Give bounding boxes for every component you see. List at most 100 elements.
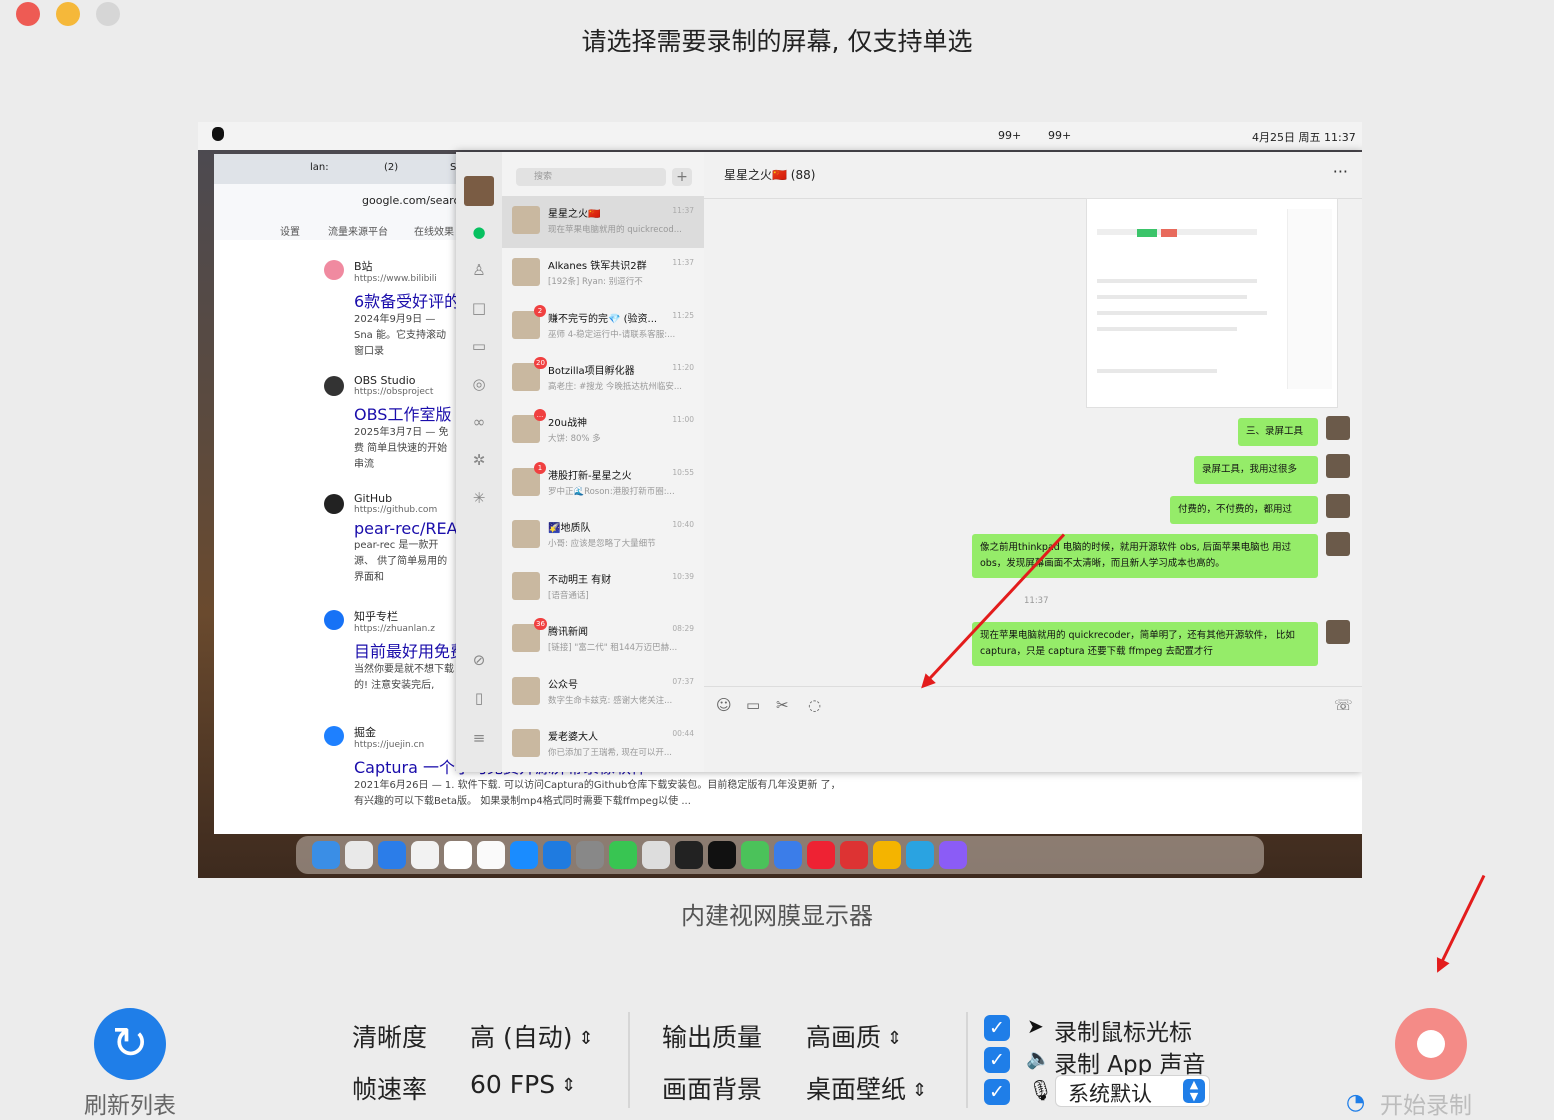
- avatar: [1326, 532, 1350, 556]
- search-result: GitHub https://github.com pear-rec/READ …: [324, 492, 470, 586]
- result-site: GitHub: [354, 492, 393, 505]
- dock-app-icon: [774, 841, 802, 869]
- conversation-item[interactable]: 公众号 数字生命卡兹克: 感谢大佬关注... 07:37: [502, 667, 704, 719]
- result-site: OBS Studio: [354, 374, 416, 387]
- quality-select[interactable]: 高画质 ⇕: [806, 1018, 902, 1054]
- result-site: 知乎专栏: [354, 610, 398, 623]
- chat-message: 像之前用thinkpad 电脑的时候，就用开源软件 obs, 后面苹果电脑也 用…: [972, 534, 1318, 578]
- conversation-preview: [语音通话]: [548, 591, 589, 602]
- conversation-item[interactable]: 🌠地质队 小哥: 应该是忽略了大量细节 10:40: [502, 510, 704, 562]
- menu-icon: ≡: [472, 729, 486, 747]
- call-icon[interactable]: ☏: [1334, 696, 1353, 714]
- bilibili-icon: [324, 260, 344, 280]
- conversation-name: 爱老婆大人: [548, 732, 598, 743]
- screen-preview[interactable]: 99+ 99+ 4月25日 周五 11:37 lan: (2) S google…: [198, 122, 1362, 878]
- search-result: 知乎专栏 https://zhuanlan.z 目前最好用免费 当然你要是就不想…: [324, 608, 467, 694]
- dock-app-icon: [642, 841, 670, 869]
- start-recording-button[interactable]: [1395, 1008, 1467, 1080]
- dock-app-icon: [939, 841, 967, 869]
- chat-bubble-icon[interactable]: ◌: [808, 696, 821, 714]
- conversation-time: 11:37: [672, 206, 694, 215]
- browser-tab: lan:: [310, 162, 329, 173]
- conversation-item[interactable]: 腾讯新闻 [链接] "富二代" 租144万迈巴赫... 08:29 36: [502, 614, 704, 666]
- conversation-preview: 小哥: 应该是忽略了大量细节: [548, 538, 656, 549]
- conversation-item[interactable]: 赚不完亏的完💎 (验资... 巫师 4-稳定运行中-请联系客服:... 11:25 2: [502, 301, 704, 353]
- dock-app-icon: [609, 841, 637, 869]
- menu-bar: 99+ 99+ 4月25日 周五 11:37: [198, 122, 1362, 150]
- result-url: https://zhuanlan.z: [354, 624, 435, 634]
- link-icon: ⊘: [472, 651, 486, 669]
- dock-app-icon: [510, 841, 538, 869]
- add-button[interactable]: +: [672, 168, 692, 186]
- dock-app-icon: [741, 841, 769, 869]
- obs-icon: [324, 376, 344, 396]
- conversation-preview: 高老庄: #搜龙 今晚抵达杭州临安...: [548, 381, 682, 392]
- conversation-item[interactable]: 不动明王 有财 [语音通话] 10:39: [502, 562, 704, 614]
- dock-app-icon: [840, 841, 868, 869]
- timer-icon: ◔: [1346, 1090, 1366, 1115]
- microphone-select[interactable]: 系统默认 ▲ ▼: [1055, 1075, 1210, 1107]
- record-icon: [1417, 1030, 1445, 1058]
- browser-tab: (2): [384, 162, 399, 173]
- more-icon[interactable]: ···: [1333, 162, 1348, 181]
- microphone-icon: 🎙: [1028, 1078, 1054, 1102]
- scissors-icon[interactable]: ✂: [776, 696, 789, 714]
- fps-select[interactable]: 60 FPS ⇕: [470, 1070, 576, 1099]
- resolution-value: 高 (自动): [470, 1023, 573, 1052]
- conversation-item[interactable]: Alkanes 铁军共识2群 [192条] Ryan: 别逗行不 11:37: [502, 248, 704, 300]
- conversation-item[interactable]: 爱老婆大人 你已添加了王瑞希, 现在可以开... 00:44: [502, 719, 704, 771]
- background-select[interactable]: 桌面壁纸 ⇕: [806, 1070, 927, 1106]
- result-title: 6款备受好评的: [354, 292, 461, 311]
- conversation-name: 公众号: [548, 679, 578, 691]
- conversation-preview: 数字生命卡兹克: 感谢大佬关注...: [548, 695, 673, 706]
- chat-message: 现在苹果电脑就用的 quickrecoder，简单明了，还有其他开源软件， 比如…: [972, 622, 1318, 666]
- screen-name-label: 内建视网膜显示器: [681, 902, 873, 930]
- result-url: https://obsproject: [354, 387, 434, 397]
- emoji-icon[interactable]: ☺: [716, 696, 732, 714]
- result-snippet: pear-rec 是一款开源、 供了简单易用的界面和: [354, 540, 448, 583]
- conversation-name: 腾讯新闻: [548, 627, 588, 639]
- microphone-checkbox[interactable]: ✓: [984, 1079, 1010, 1105]
- conversation-preview: 巫师 4-稳定运行中-请联系客服:...: [548, 329, 676, 340]
- conversation-preview: [192条] Ryan: 别逗行不: [548, 277, 643, 288]
- chat-icon: ●: [472, 223, 486, 241]
- result-title: 目前最好用免费: [354, 642, 467, 661]
- dock-app-icon: [543, 841, 571, 869]
- refresh-button[interactable]: ↻: [94, 1008, 166, 1080]
- avatar: [1326, 494, 1350, 518]
- record-cursor-checkbox[interactable]: ✓: [984, 1015, 1010, 1041]
- conversation-time: 11:37: [672, 258, 694, 268]
- apple-icon: [212, 127, 224, 141]
- quality-value: 高画质: [806, 1023, 882, 1052]
- record-app-audio-checkbox[interactable]: ✓: [984, 1047, 1010, 1073]
- cursor-icon: ➤: [1027, 1014, 1044, 1038]
- result-snippet: 2025年3月7日 — 免费 简单且快速的开始串流: [354, 427, 449, 470]
- phone-icon: ▯: [474, 689, 484, 707]
- result-url: https://github.com: [354, 505, 438, 515]
- wechat-badge-1: 99+: [998, 129, 1022, 142]
- bookmark-item: 在线效果: [414, 227, 454, 238]
- conversation-item[interactable]: 星星之火🇨🇳 现在苹果电脑就用的 quickrecod... 11:37: [502, 196, 704, 248]
- conversation-item[interactable]: 港股打新-星星之火 罗中正🌊Roson:港股打新币圈:... 10:55 1: [502, 458, 704, 510]
- avatar: [512, 676, 540, 705]
- wechat-search-input[interactable]: 搜索: [516, 168, 666, 186]
- divider: [628, 1012, 630, 1108]
- conversation-time: 11:25: [672, 310, 694, 320]
- conversation-item[interactable]: 20u战神 大饼: 80% 多 11:00...: [502, 405, 704, 457]
- folder-icon: ▭: [471, 337, 487, 355]
- folder-icon[interactable]: ▭: [746, 696, 760, 714]
- dock-app-icon: [873, 841, 901, 869]
- background-value: 桌面壁纸: [806, 1075, 907, 1104]
- result-snippet: 当然你要是就不想下载 的! 注意安装完后,: [354, 664, 454, 691]
- unread-badge: ...: [534, 409, 546, 422]
- resolution-select[interactable]: 高 (自动) ⇕: [470, 1018, 594, 1054]
- wechat-badge-2: 99+: [1048, 129, 1072, 142]
- conversation-time: 10:40: [672, 519, 694, 529]
- contacts-icon: ♙: [472, 261, 486, 279]
- dock-app-icon: [477, 841, 505, 869]
- window-title: 请选择需要录制的屏幕, 仅支持单选: [581, 27, 973, 56]
- unread-badge: 2: [534, 304, 546, 317]
- dock-app-icon: [378, 841, 406, 869]
- conversation-item[interactable]: Botzilla项目孵化器 高老庄: #搜龙 今晚抵达杭州临安... 11:20 20: [502, 353, 704, 405]
- miniprogram-icon: ✲: [472, 451, 486, 469]
